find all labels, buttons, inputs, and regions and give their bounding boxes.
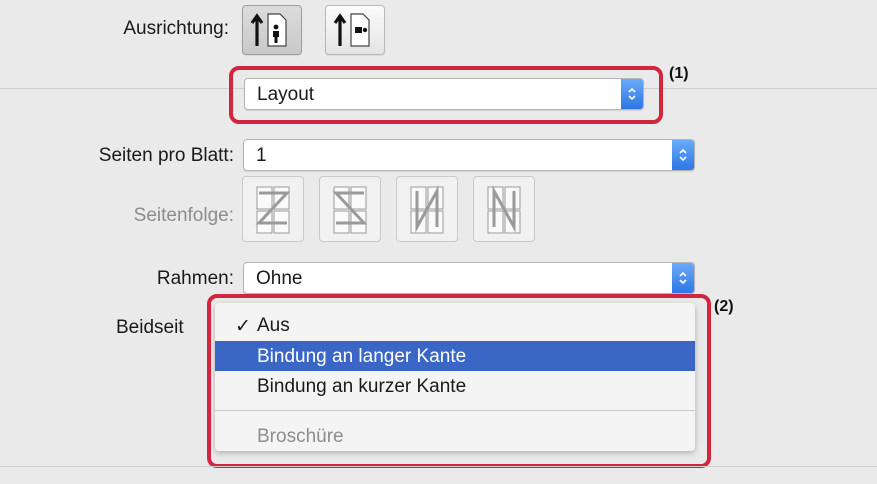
page-order-s-button[interactable]	[319, 176, 381, 242]
orientation-label: Ausrichtung:	[123, 18, 229, 39]
landscape-orientation-button[interactable]	[325, 5, 385, 55]
page-order-n-reverse-icon	[410, 185, 444, 234]
border-select[interactable]: Ohne	[243, 262, 695, 294]
callout-box-1	[229, 66, 663, 124]
portrait-orientation-button[interactable]	[242, 5, 302, 55]
callout-box-2	[207, 294, 711, 468]
page-order-s-icon	[332, 186, 368, 234]
border-value: Ohne	[256, 268, 303, 289]
pages-per-sheet-select[interactable]: 1	[243, 139, 695, 171]
callout-number-1: (1)	[669, 65, 689, 82]
page-order-z-icon	[255, 186, 291, 234]
callout-number-2: (2)	[714, 298, 734, 315]
border-label: Rahmen:	[156, 268, 234, 289]
chevron-updown-icon	[672, 140, 694, 170]
page-order-n-icon	[487, 185, 521, 234]
landscape-orientation-icon	[333, 13, 370, 47]
bottom-separator	[0, 466, 877, 467]
chevron-updown-icon	[672, 263, 694, 293]
page-order-n-button[interactable]	[473, 176, 535, 242]
page-order-n-reverse-button[interactable]	[396, 176, 458, 242]
page-order-label: Seitenfolge:	[133, 205, 234, 226]
pages-per-sheet-value: 1	[256, 145, 267, 166]
pages-per-sheet-label: Seiten pro Blatt:	[98, 145, 234, 166]
duplex-label: Beidseit	[116, 317, 184, 338]
page-order-z-button[interactable]	[242, 176, 304, 242]
portrait-orientation-icon	[250, 13, 287, 47]
